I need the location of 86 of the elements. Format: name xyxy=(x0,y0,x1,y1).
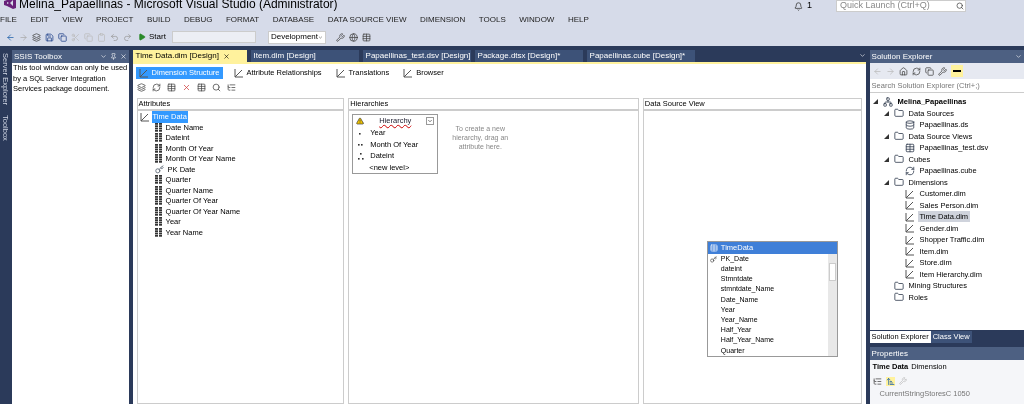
dimension-icon xyxy=(904,257,915,268)
menu-item[interactable]: TOOLS xyxy=(478,14,506,26)
menu-item[interactable]: DEBUG xyxy=(184,14,213,26)
table-icon xyxy=(709,244,718,252)
sync-icon[interactable] xyxy=(911,66,921,76)
folder-icon xyxy=(893,108,904,119)
table-icon xyxy=(904,142,915,153)
document-tab[interactable]: Time Data.dim [Design] xyxy=(132,50,247,62)
dimension-icon xyxy=(233,68,244,78)
alphabetical-icon[interactable] xyxy=(885,376,895,386)
expanded-arrow-icon[interactable] xyxy=(873,99,879,105)
level-icon xyxy=(357,151,365,160)
document-tab[interactable]: Papaellinas_test.dsv [Design] xyxy=(362,50,471,62)
menu-item[interactable]: DATABASE xyxy=(272,14,315,26)
pin-icon[interactable] xyxy=(109,53,117,60)
menu-item[interactable]: WINDOW xyxy=(519,14,555,26)
back-icon[interactable] xyxy=(6,32,15,42)
quick-launch-field[interactable]: Quick Launch (Ctrl+Q) xyxy=(836,0,966,12)
wrench-icon[interactable] xyxy=(335,32,345,42)
app-logo xyxy=(4,0,16,9)
window-title: Melina_Papaellinas - Microsoft Visual Studio (Administrator) xyxy=(19,0,338,10)
table-icon[interactable] xyxy=(361,32,371,42)
document-tab[interactable]: Papaellinas.cube [Design]* xyxy=(586,50,695,62)
dimension-icon xyxy=(403,68,414,78)
dimension-icon xyxy=(138,68,149,78)
home-icon[interactable] xyxy=(898,66,908,76)
expanded-arrow-icon[interactable] xyxy=(884,156,890,162)
folder-icon xyxy=(893,280,904,291)
warning-icon xyxy=(356,117,365,125)
dimension-icon xyxy=(904,188,915,199)
save-icon[interactable] xyxy=(45,32,54,42)
preview-toggle[interactable] xyxy=(950,65,963,77)
dimension-icon xyxy=(904,200,915,211)
configuration-dropdown[interactable]: Development xyxy=(267,30,326,44)
expanded-arrow-icon[interactable] xyxy=(884,179,890,185)
dimension-icon xyxy=(139,112,150,122)
caret-icon xyxy=(318,33,323,41)
dimension-icon xyxy=(904,223,915,234)
expanded-arrow-icon[interactable] xyxy=(884,133,890,139)
globe-icon[interactable] xyxy=(348,32,358,42)
notification-count: 1 xyxy=(807,0,812,13)
menu-item[interactable]: HELP xyxy=(567,14,589,26)
menu-item[interactable]: VIEW xyxy=(62,14,83,26)
search-icon[interactable] xyxy=(211,82,221,92)
database-icon xyxy=(904,119,915,130)
menu-item[interactable]: EDIT xyxy=(30,14,49,26)
menu-item[interactable]: DIMENSION xyxy=(419,14,466,26)
folder-icon xyxy=(893,292,904,303)
tree-list-icon[interactable] xyxy=(226,82,236,92)
menu-item[interactable]: BUILD xyxy=(146,14,171,26)
dimension-icon xyxy=(904,211,915,222)
menu-item[interactable]: DATA SOURCE VIEW xyxy=(327,14,407,26)
menu-item[interactable]: FILE xyxy=(0,14,17,26)
key-icon xyxy=(154,164,164,174)
panel-title: Solution Explorer xyxy=(871,50,934,63)
dimension-icon xyxy=(904,269,915,280)
panel-title: Properties xyxy=(871,347,910,360)
folder-icon xyxy=(893,131,904,142)
collapse-icon[interactable] xyxy=(426,117,435,125)
close-icon[interactable] xyxy=(119,53,127,60)
folder-icon xyxy=(893,177,904,188)
project-icon xyxy=(882,96,893,107)
menu-item[interactable]: FORMAT xyxy=(225,14,260,26)
delete-icon[interactable] xyxy=(181,82,191,92)
caret-icon[interactable] xyxy=(1015,53,1022,60)
menu-item[interactable]: PROJECT xyxy=(96,14,134,26)
play-icon xyxy=(138,33,146,41)
scrollbar[interactable] xyxy=(827,254,837,356)
dimension-icon xyxy=(904,246,915,257)
dimension-icon xyxy=(904,234,915,245)
notification-icon[interactable] xyxy=(794,1,803,11)
table-icon[interactable] xyxy=(196,82,206,92)
grid-icon[interactable] xyxy=(166,82,176,92)
expanded-arrow-icon[interactable] xyxy=(884,110,890,116)
panel-title: SSIS Toolbox xyxy=(14,50,63,63)
folder-icon xyxy=(893,154,904,165)
document-tab[interactable]: Item.dim [Design] xyxy=(250,50,359,62)
search-icon[interactable] xyxy=(956,2,964,10)
start-button[interactable]: Start xyxy=(136,31,168,43)
caret-icon[interactable] xyxy=(99,53,107,60)
dimension-icon xyxy=(335,68,346,78)
refresh-icon[interactable] xyxy=(151,82,161,92)
close-icon[interactable] xyxy=(222,52,230,60)
tab-list-icon[interactable] xyxy=(858,52,866,59)
document-tab[interactable]: Package.dtsx [Design]* xyxy=(474,50,583,62)
key-icon xyxy=(709,255,717,263)
